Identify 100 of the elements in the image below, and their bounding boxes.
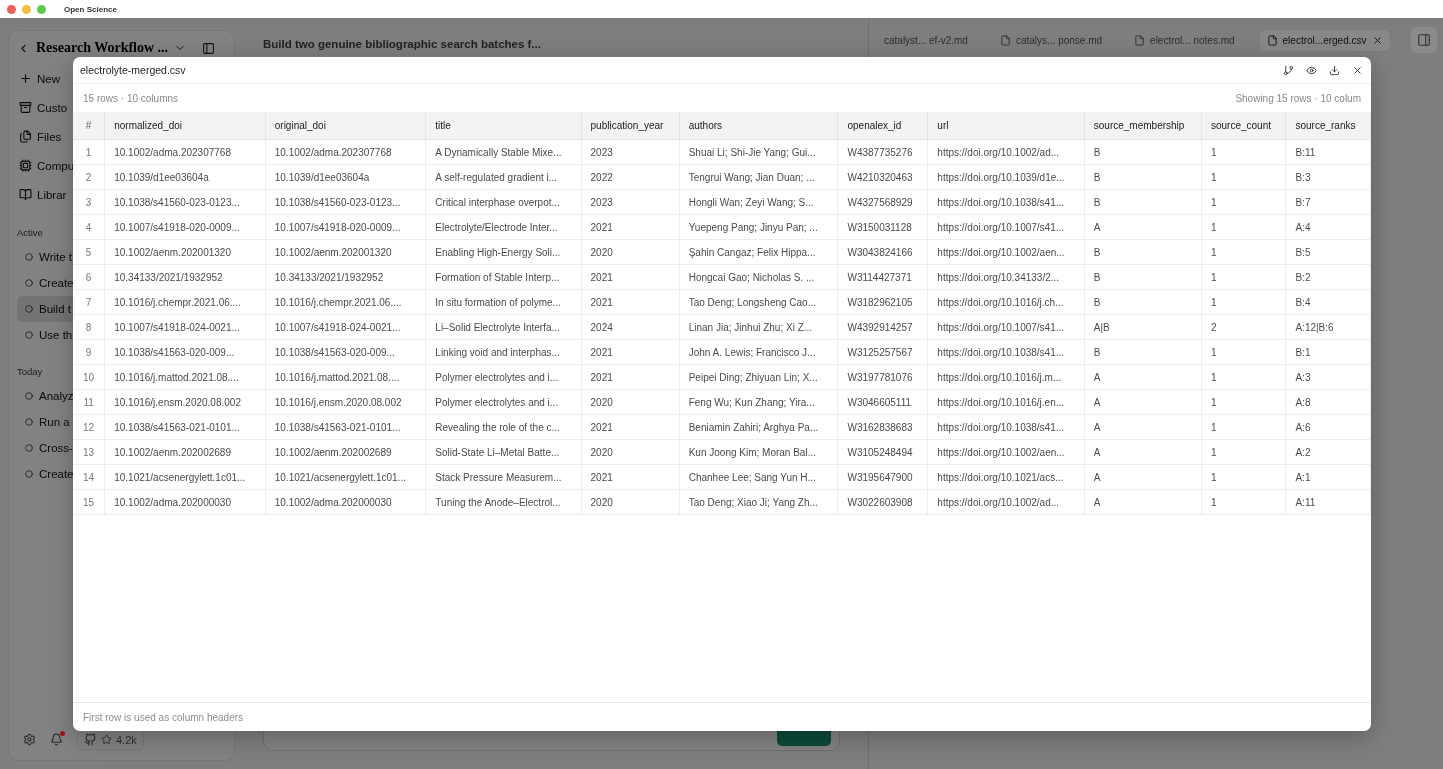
column-header: authors: [679, 112, 838, 140]
table-cell: 10.1007/s41918-024-0021...: [104, 314, 266, 340]
table-cell: A: [1084, 214, 1202, 240]
table-cell: B:11: [1285, 139, 1371, 165]
table-cell: 1: [1201, 389, 1286, 415]
table-cell: 1: [1201, 164, 1286, 190]
table-cell: 1: [1201, 489, 1286, 515]
table-cell: A:8: [1285, 389, 1371, 415]
table-cell: B: [1084, 164, 1202, 190]
table-cell: 2024: [581, 314, 680, 340]
table-cell: 2021: [581, 464, 680, 490]
table-cell: 1: [1201, 339, 1286, 365]
row-number: 2: [73, 164, 105, 190]
file-name: electrolyte-merged.csv: [80, 64, 186, 76]
row-number: 4: [73, 214, 105, 240]
table-cell: 2023: [581, 189, 680, 215]
row-number: 1: [73, 139, 105, 165]
table-cell: 10.1002/aenm.202002689: [104, 439, 266, 465]
table-cell: 2: [1201, 314, 1286, 340]
project-title: Research Workflow ...: [36, 41, 169, 55]
table-cell: B:3: [1285, 164, 1371, 190]
table-cell: A: [1084, 439, 1202, 465]
table-cell: A:4: [1285, 214, 1371, 240]
table-cell: 10.1016/j.mattod.2021.08....: [104, 364, 266, 390]
table-cell: W3195647900: [837, 464, 928, 490]
table-cell: B: [1084, 139, 1202, 165]
table-cell: 10.1016/j.chempr.2021.06....: [265, 289, 426, 315]
table-cell: https://doi.org/10.1016/j.en...: [927, 389, 1085, 415]
rows-shown: Showing 15 rows · 10 colum: [1235, 92, 1361, 104]
table-cell: https://doi.org/10.1002/aen...: [927, 239, 1085, 265]
table-cell: W3043824166: [837, 239, 928, 265]
table-cell: 10.1021/acsenergylett.1c01...: [265, 464, 426, 490]
table-cell: Hongli Wan; Zeyi Wang; S...: [679, 189, 838, 215]
table-cell: B: [1084, 264, 1202, 290]
table-cell: 2021: [581, 214, 680, 240]
table-cell: 2020: [581, 389, 680, 415]
table-cell: https://doi.org/10.1002/ad...: [927, 489, 1085, 515]
column-header: #: [73, 112, 105, 140]
table-cell: 1: [1201, 139, 1286, 165]
table-cell: W3125257567: [837, 339, 928, 365]
table-cell: A:12|B:6: [1285, 314, 1371, 340]
table-cell: W4392914257: [837, 314, 928, 340]
table-cell: W3197781076: [837, 364, 928, 390]
table-cell: 10.1007/s41918-020-0009...: [265, 214, 426, 240]
table-cell: 10.1016/j.ensm.2020.08.002: [104, 389, 266, 415]
table-cell: B:1: [1285, 339, 1371, 365]
table-cell: 10.1002/aenm.202001320: [265, 239, 426, 265]
table-cell: 10.1038/s41563-020-009...: [265, 339, 426, 365]
row-number: 12: [73, 414, 105, 440]
table-cell: W4327568929: [837, 189, 928, 215]
table-cell: 10.1002/adma.202307768: [265, 139, 426, 165]
column-header: source_membership: [1084, 112, 1202, 140]
column-header: openalex_id: [837, 112, 928, 140]
table-cell: 1: [1201, 414, 1286, 440]
table-cell: https://doi.org/10.1021/acs...: [927, 464, 1085, 490]
table-cell: W3114427371: [837, 264, 928, 290]
table-cell: 10.34133/2021/1932952: [104, 264, 266, 290]
table-cell: 10.1039/d1ee03604a: [104, 164, 266, 190]
table-cell: Tao Deng; Longsheng Cao...: [679, 289, 838, 315]
table-cell: W3162838683: [837, 414, 928, 440]
table-cell: 1: [1201, 364, 1286, 390]
table-cell: 1: [1201, 239, 1286, 265]
table-cell: A:1: [1285, 464, 1371, 490]
footer-note: First row is used as column headers: [83, 711, 244, 723]
table-cell: A:6: [1285, 414, 1371, 440]
table-cell: Stack Pressure Measurem...: [425, 464, 582, 490]
table-cell: 10.1016/j.ensm.2020.08.002: [265, 389, 426, 415]
table-cell: Tengrui Wang; Jian Duan; ...: [679, 164, 838, 190]
table-summary: 15 rows · 10 columns: [83, 92, 179, 104]
table-cell: Tao Deng; Xiao Ji; Yang Zh...: [679, 489, 838, 515]
table-cell: 10.1021/acsenergylett.1c01...: [104, 464, 266, 490]
table-cell: 10.1039/d1ee03604a: [265, 164, 426, 190]
row-number: 14: [73, 464, 105, 490]
table-cell: 1: [1201, 439, 1286, 465]
table-cell: https://doi.org/10.1016/j.ch...: [927, 289, 1085, 315]
table-cell: B: [1084, 189, 1202, 215]
table-cell: Beniamin Zahiri; Arghya Pa...: [679, 414, 838, 440]
table-cell: 10.1038/s41560-023-0123...: [265, 189, 426, 215]
table-cell: W3105248494: [837, 439, 928, 465]
table-cell: https://doi.org/10.1002/aen...: [927, 439, 1085, 465]
table-cell: A:11: [1285, 489, 1371, 515]
table-cell: Polymer electrolytes and i...: [425, 364, 582, 390]
table-cell: 10.1007/s41918-020-0009...: [104, 214, 266, 240]
table-cell: 1: [1201, 264, 1286, 290]
column-header: source_ranks: [1285, 112, 1371, 140]
row-number: 9: [73, 339, 105, 365]
table-cell: Solid-State Li–Metal Batte...: [425, 439, 582, 465]
table-cell: Formation of Stable Interp...: [425, 264, 582, 290]
table-cell: Yuepeng Pang; Jinyu Pan; ...: [679, 214, 838, 240]
table-cell: Tuning the Anode–Electrol...: [425, 489, 582, 515]
table-cell: A: [1084, 389, 1202, 415]
row-number: 8: [73, 314, 105, 340]
table-cell: https://doi.org/10.1007/s41...: [927, 314, 1085, 340]
table-cell: 2023: [581, 139, 680, 165]
table-cell: A: [1084, 489, 1202, 515]
row-number: 5: [73, 239, 105, 265]
table-cell: 2020: [581, 439, 680, 465]
table-cell: A self-regulated gradient i...: [425, 164, 582, 190]
table-cell: 2020: [581, 239, 680, 265]
table-cell: 10.1038/s41563-021-0101...: [265, 414, 426, 440]
